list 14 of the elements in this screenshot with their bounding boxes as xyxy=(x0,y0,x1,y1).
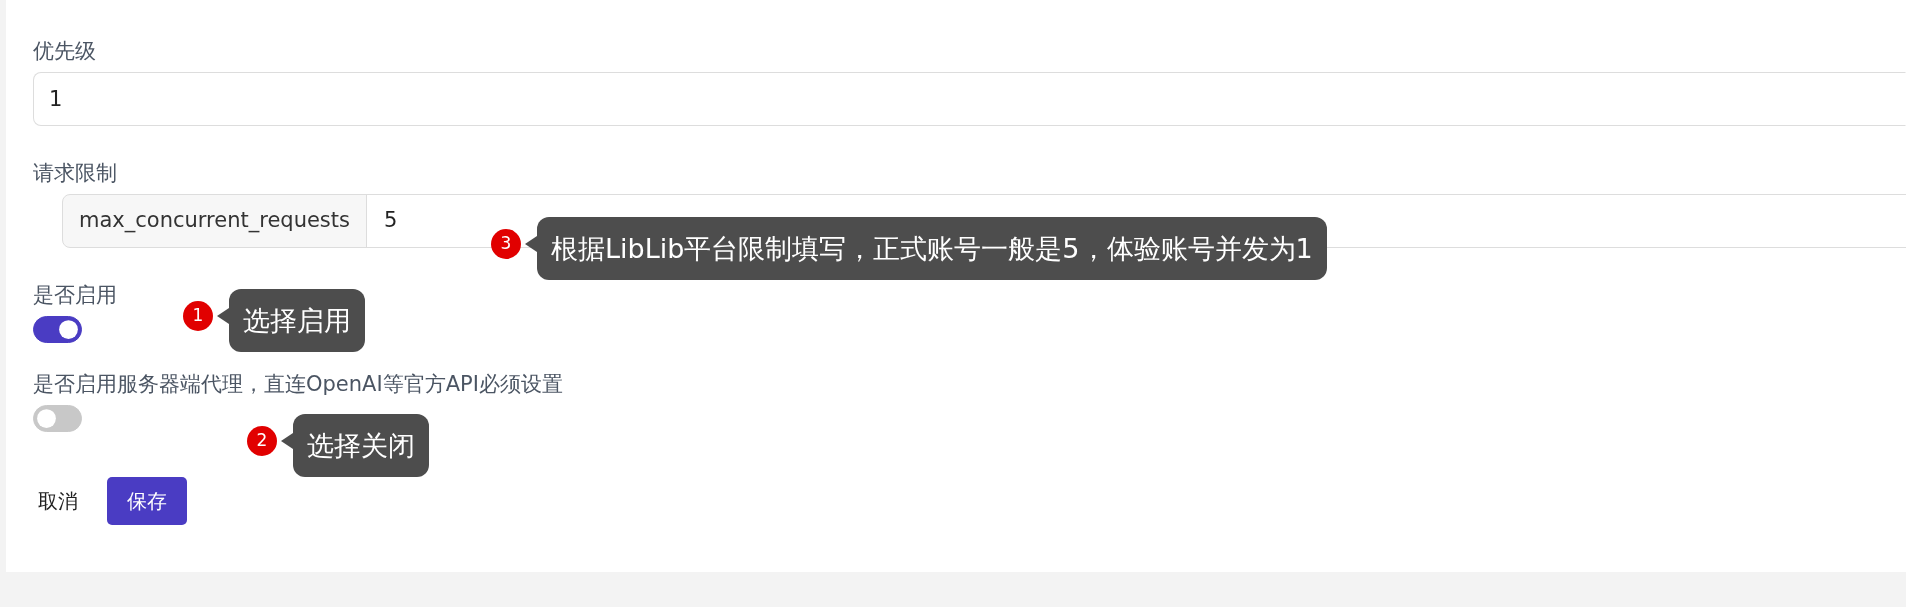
field-label: 是否启用 xyxy=(33,282,117,309)
callout-bubble: 选择关闭 xyxy=(293,414,429,478)
step-number-badge: 1 xyxy=(183,300,213,331)
field-label: 优先级 xyxy=(33,38,96,65)
input-field[interactable]: 1 xyxy=(33,72,1906,126)
toggle-switch[interactable] xyxy=(33,316,82,343)
cancel-button[interactable]: 取消 xyxy=(33,476,83,526)
callout-bubble: 根据LibLib平台限制填写，正式账号一般是5，体验账号并发为1 xyxy=(537,217,1327,281)
input-addon: max_concurrent_requests xyxy=(62,194,367,248)
field-label: 请求限制 xyxy=(33,160,117,187)
callout-bubble: 选择启用 xyxy=(229,289,365,353)
field-label: 是否启用服务器端代理，直连OpenAI等官方API必须设置 xyxy=(33,371,563,398)
step-number-badge: 2 xyxy=(247,425,277,456)
save-button[interactable]: 保存 xyxy=(107,477,187,525)
